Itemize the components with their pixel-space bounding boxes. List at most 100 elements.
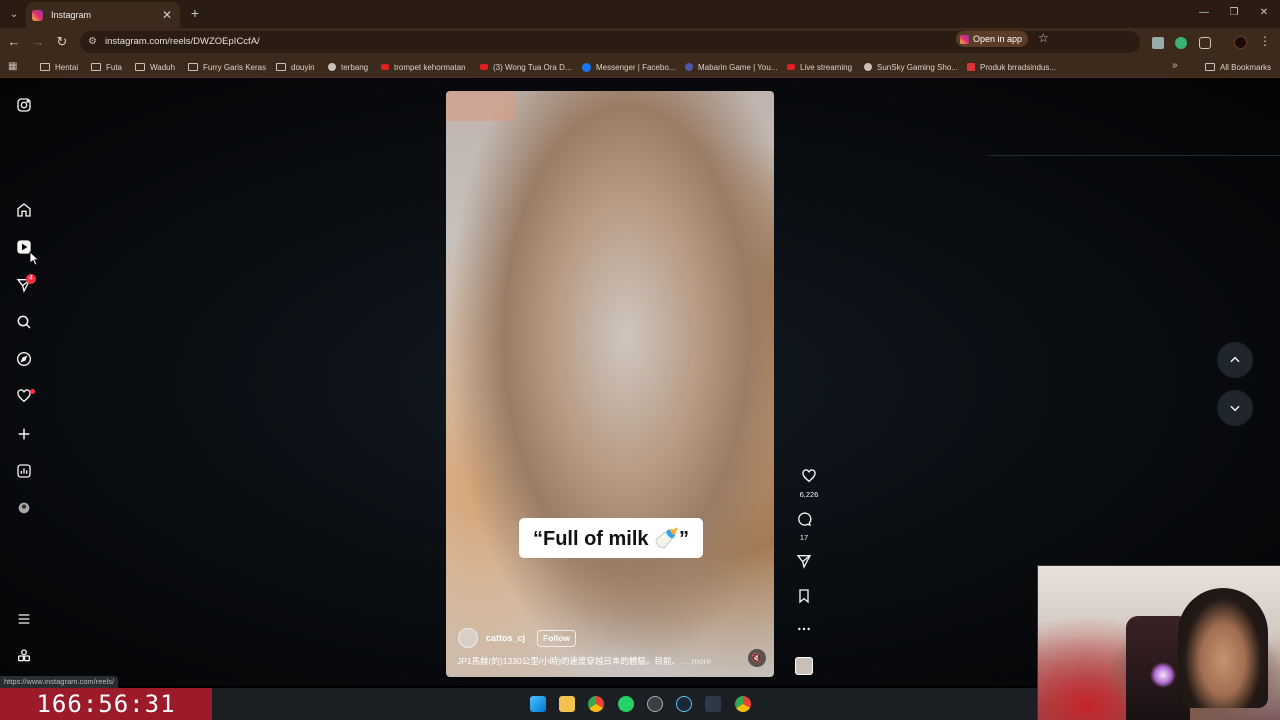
bookmark-item[interactable]: trompet kehormatan: [381, 60, 466, 74]
previous-reel-button[interactable]: [1217, 342, 1253, 378]
share-button[interactable]: [790, 553, 818, 574]
bookmark-star-icon[interactable]: ☆: [1038, 31, 1049, 45]
owner-avatar[interactable]: [458, 628, 478, 648]
windows-start-icon[interactable]: [530, 696, 546, 712]
reel-description: JP1馬赫(的)1330公里/小時)的速度穿越日本的體驗。目前、 ... mor…: [457, 655, 737, 667]
divider: [988, 155, 1280, 156]
profile-avatar[interactable]: [1234, 36, 1247, 49]
reel-video[interactable]: “Full of milk 🍼” cattos_cj Follow JP1馬赫(…: [446, 91, 774, 677]
tab-search-icon[interactable]: ⌄: [5, 5, 23, 23]
globe-icon: [685, 63, 693, 71]
minimize-button[interactable]: —: [1194, 5, 1214, 21]
reload-button[interactable]: ↻: [54, 34, 70, 50]
video-background-detail: [446, 91, 516, 121]
shop-icon: [967, 63, 975, 71]
bookmark-item[interactable]: terbang: [328, 60, 368, 74]
bookmark-icon: [799, 589, 809, 604]
next-reel-button[interactable]: [1217, 390, 1253, 426]
tab-instagram[interactable]: Instagram ✕: [26, 2, 180, 28]
stream-timer: 166:56:31: [0, 688, 212, 720]
webcam-person: [1178, 588, 1268, 708]
explore-compass-icon[interactable]: [14, 349, 34, 369]
search-icon[interactable]: [14, 312, 34, 332]
folder-icon: [135, 63, 145, 71]
owner-username[interactable]: cattos_cj: [486, 633, 525, 643]
comment-button[interactable]: 17: [790, 511, 818, 542]
app-icon[interactable]: [705, 696, 721, 712]
mouse-cursor-icon: [29, 251, 39, 266]
all-bookmarks[interactable]: All Bookmarks: [1205, 60, 1271, 74]
more-menu-icon[interactable]: [14, 609, 34, 629]
like-count: 6,226: [799, 490, 819, 499]
open-in-app-label: Open in app: [973, 34, 1023, 44]
create-plus-icon[interactable]: [14, 424, 34, 444]
home-icon[interactable]: [14, 200, 34, 220]
youtube-icon: [480, 64, 488, 70]
follow-button[interactable]: Follow: [537, 629, 576, 647]
restore-button[interactable]: ❐: [1224, 5, 1244, 21]
reel-owner: cattos_cj Follow: [458, 628, 576, 648]
extension-game-icon[interactable]: [1152, 37, 1164, 49]
like-button[interactable]: 6,226: [795, 468, 823, 499]
folder-icon: [1205, 63, 1215, 71]
tab-title: Instagram: [51, 10, 92, 20]
more-link[interactable]: ... more: [682, 656, 711, 666]
save-button[interactable]: [790, 588, 818, 609]
more-options-button[interactable]: [790, 621, 818, 642]
bookmarks-bar: ▦ Hentai Futa Waduh Furry Garis Keras do…: [0, 56, 1280, 78]
heart-icon: [802, 469, 816, 483]
back-button[interactable]: ←: [6, 34, 22, 50]
also-from-meta-icon[interactable]: [14, 646, 34, 666]
bookmark-item[interactable]: Hentai: [40, 60, 78, 74]
webcam-overlay: [1037, 565, 1280, 720]
webcam-light: [1150, 662, 1176, 688]
sidebar-nav: 4: [0, 79, 48, 686]
browser-toolbar: ← → ↻ ⚙ instagram.com/reels/DWZOEpICcfA/…: [0, 28, 1280, 56]
apps-grid-icon[interactable]: ▦: [8, 61, 17, 72]
instagram-logo-icon[interactable]: [14, 95, 34, 115]
description-text: JP1馬赫(的)1330公里/小時)的速度穿越日本的體驗。目前、: [457, 656, 680, 666]
bookmark-item[interactable]: SunSky Gaming Sho...: [864, 60, 958, 74]
bookmark-item[interactable]: Furry Garis Keras: [188, 60, 266, 74]
folder-icon: [188, 63, 198, 71]
original-audio-thumbnail[interactable]: [795, 657, 813, 675]
site-info-icon[interactable]: ⚙: [88, 36, 100, 48]
instagram-icon: [960, 34, 969, 44]
windows-taskbar: [212, 688, 1037, 720]
globe-icon: [328, 63, 336, 71]
folder-icon: [276, 63, 286, 71]
chevron-up-icon: [1230, 356, 1240, 363]
extension-green-icon[interactable]: [1175, 37, 1187, 49]
whatsapp-icon[interactable]: [618, 696, 634, 712]
bookmark-item[interactable]: Futa: [91, 60, 122, 74]
bookmark-item[interactable]: (3) Wong Tua Ora D...: [480, 60, 572, 74]
forward-button[interactable]: →: [30, 34, 46, 50]
obs-icon[interactable]: [647, 696, 663, 712]
bookmark-item[interactable]: Waduh: [135, 60, 175, 74]
more-dots-icon: [798, 627, 810, 631]
browser-menu-icon[interactable]: ⋮: [1259, 34, 1271, 48]
tab-close-icon[interactable]: ✕: [160, 8, 174, 22]
chrome-icon[interactable]: [588, 696, 604, 712]
profile-avatar[interactable]: [14, 498, 34, 518]
bookmarks-overflow-icon[interactable]: »: [1172, 60, 1178, 71]
file-explorer-icon[interactable]: [559, 696, 575, 712]
new-tab-button[interactable]: +: [187, 5, 203, 21]
open-in-app-button[interactable]: Open in app: [956, 31, 1029, 47]
bookmark-item[interactable]: Produk brradsindus...: [967, 60, 1056, 74]
chrome-profile-icon[interactable]: [735, 696, 751, 712]
extensions-puzzle-icon[interactable]: [1199, 37, 1211, 49]
steam-icon[interactable]: [676, 696, 692, 712]
tab-strip: ⌄ Instagram ✕ + — ❐ ✕: [0, 0, 1280, 28]
close-window-button[interactable]: ✕: [1254, 5, 1274, 21]
notifications-badge: 4: [26, 274, 36, 284]
bookmark-item[interactable]: Mabarin Game | You...: [685, 60, 777, 74]
mute-toggle-icon[interactable]: 🔇: [748, 649, 766, 667]
dashboard-chart-icon[interactable]: [14, 461, 34, 481]
chevron-down-icon: [1230, 405, 1240, 412]
bookmark-item[interactable]: Live streaming: [787, 60, 852, 74]
folder-icon: [91, 63, 101, 71]
bookmark-item[interactable]: Messenger | Facebo...: [582, 60, 675, 74]
video-caption-overlay: “Full of milk 🍼”: [519, 518, 703, 558]
bookmark-item[interactable]: douyin: [276, 60, 315, 74]
